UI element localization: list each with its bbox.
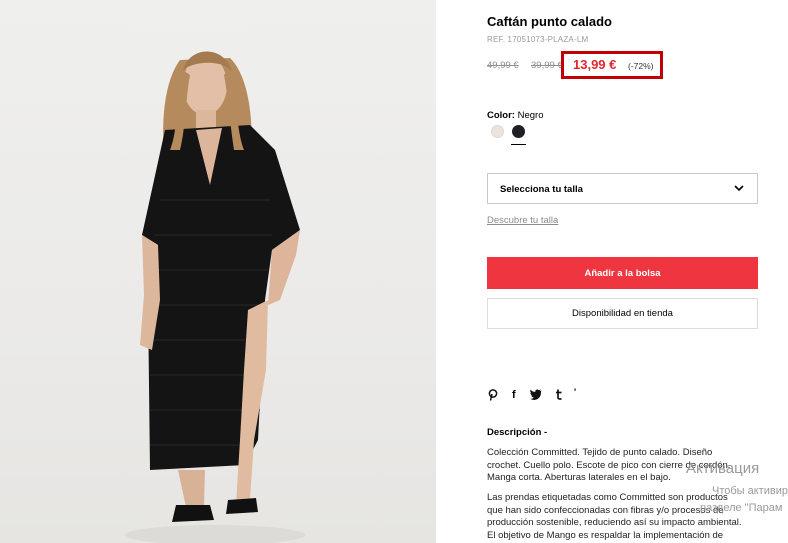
color-label: Color: (487, 110, 515, 121)
color-swatch-black[interactable] (512, 125, 525, 138)
current-price: 13,99 € (573, 57, 617, 72)
activation-watermark-line: Чтобы активир (712, 485, 788, 497)
discount-percentage: (-72%) (628, 61, 654, 71)
product-image[interactable] (0, 0, 436, 543)
previous-price: 39,99 € (531, 60, 563, 71)
color-swatch-cream[interactable] (491, 125, 504, 138)
color-value: Negro (517, 110, 544, 121)
original-price: 49,99 € (487, 60, 519, 71)
chevron-down-icon (734, 185, 744, 192)
twitter-icon[interactable] (530, 389, 542, 400)
facebook-icon[interactable]: f (512, 389, 516, 401)
description-line: Colección Committed. Tejido de punto cal… (487, 447, 713, 458)
add-to-bag-button[interactable]: Añadir a la bolsa (487, 257, 758, 289)
product-reference: REF. 17051073-PLAZA-LM (487, 35, 589, 44)
pinterest-icon[interactable] (488, 389, 498, 401)
more-share-icon[interactable]: ' (574, 387, 576, 397)
description-paragraph-2: Las prendas etiquetadas como Committed s… (487, 492, 757, 542)
tumblr-icon[interactable] (555, 389, 563, 400)
description-line: El objetivo de Mango es respaldar la imp… (487, 529, 724, 541)
description-line: producción sostenible, reduciendo así su… (487, 517, 742, 528)
model-illustration (125, 51, 305, 543)
size-guide-link[interactable]: Descubre tu talla (487, 215, 558, 226)
size-select-label: Selecciona tu talla (500, 184, 583, 195)
product-title: Caftán punto calado (487, 14, 612, 29)
description-heading[interactable]: Descripción - (487, 427, 547, 438)
store-availability-button[interactable]: Disponibilidad en tienda (487, 298, 758, 329)
selected-swatch-indicator (511, 144, 526, 145)
color-selector-label: Color: Negro (487, 110, 543, 121)
activation-watermark-title: Активация (686, 460, 760, 477)
size-select-dropdown[interactable]: Selecciona tu talla (487, 173, 758, 204)
activation-watermark-line: разделе "Парам (700, 502, 783, 514)
